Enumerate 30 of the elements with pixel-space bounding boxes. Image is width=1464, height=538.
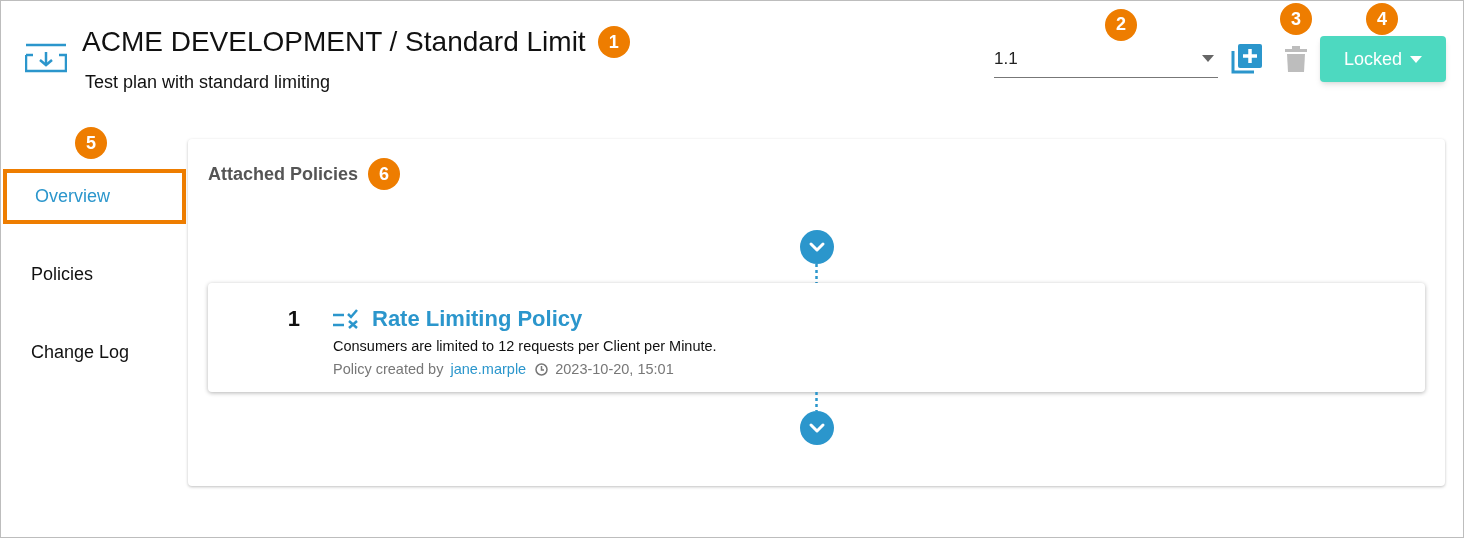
created-by-label: Policy created by xyxy=(333,359,444,379)
sidebar-item[interactable]: Change Log xyxy=(3,325,186,380)
download-tray-icon xyxy=(25,43,67,73)
sidebar-item[interactable]: Policies xyxy=(3,247,186,302)
checklist-icon xyxy=(333,309,361,329)
copy-add-icon[interactable] xyxy=(1230,43,1262,75)
callout-badge: 6 xyxy=(368,158,401,190)
callout-badge: 1 xyxy=(597,26,630,58)
dotted-connector-line xyxy=(815,264,818,283)
policy-number: 1 xyxy=(286,305,300,333)
sidebar-item[interactable]: Overview xyxy=(3,169,186,224)
callout-badge: 3 xyxy=(1280,3,1312,35)
status-dropdown-button[interactable]: Locked xyxy=(1320,36,1446,82)
callout-badge: 4 xyxy=(1366,3,1398,35)
timestamp: 2023-10-20, 15:01 xyxy=(555,359,674,379)
callout-badge: 2 xyxy=(1105,8,1137,41)
page-title: ACME DEVELOPMENT / Standard Limit xyxy=(82,25,586,59)
dotted-connector-line xyxy=(815,392,818,411)
expand-chevron-icon[interactable] xyxy=(799,411,834,445)
expand-chevron-icon[interactable] xyxy=(799,230,834,264)
author-link[interactable]: jane.marple xyxy=(450,358,527,381)
policy-description: Consumers are limited to 12 requests per Client per Minute. xyxy=(333,337,717,356)
callout-badge: 5 xyxy=(75,127,107,159)
version-select[interactable]: 1.1 xyxy=(994,40,1218,78)
clock-icon xyxy=(535,363,549,377)
section-title: Attached Policies xyxy=(208,162,359,186)
policy-title-link[interactable]: Rate Limiting Policy xyxy=(372,305,583,333)
caret-icon xyxy=(1202,55,1214,62)
page-subtitle: Test plan with standard limiting xyxy=(85,71,332,94)
caret-icon xyxy=(1410,55,1422,63)
